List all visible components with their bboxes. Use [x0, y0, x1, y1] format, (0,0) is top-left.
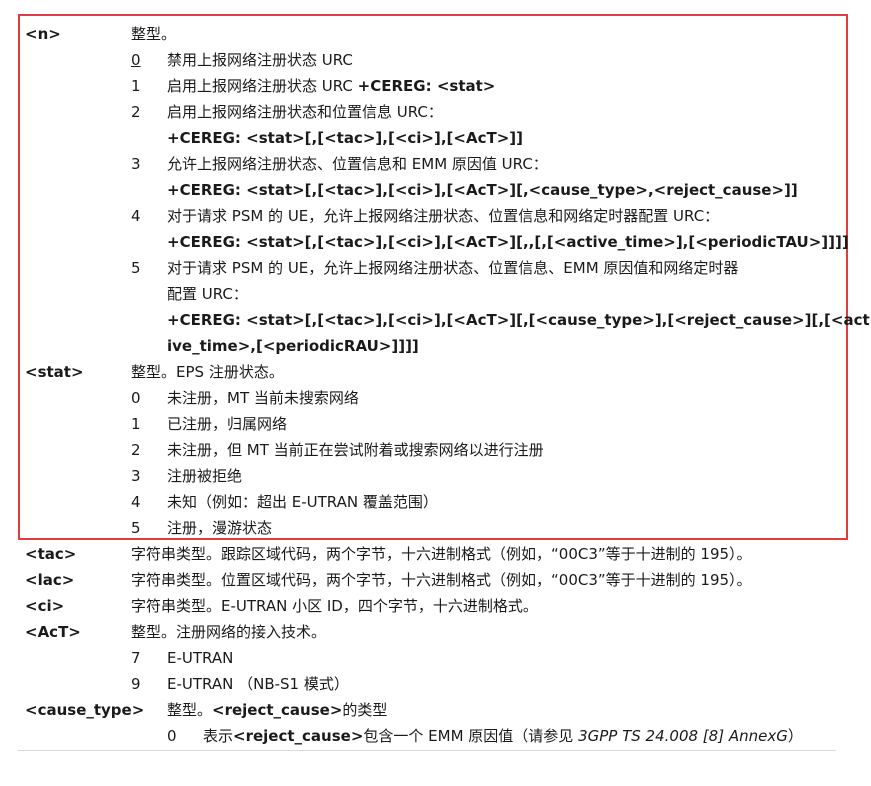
item-text-cont: 配置 URC： [167, 285, 248, 303]
item-number: 0 [167, 727, 177, 745]
item-text: 对于请求 PSM 的 UE，允许上报网络注册状态、位置信息、EMM 原因值和网络… [167, 259, 739, 277]
param-name: <AcT> [25, 623, 81, 641]
item-text: E-UTRAN [167, 649, 234, 667]
item-text: 注册被拒绝 [167, 467, 243, 485]
item-number: 1 [131, 77, 141, 95]
item-text: 表示<reject_cause>包含一个 EMM 原因值（请参见 3GPP TS… [203, 727, 803, 745]
item-syntax: +CEREG: <stat>[,[<tac>],[<ci>],[<AcT>][,… [167, 311, 870, 329]
item-text: 未注册，但 MT 当前正在尝试附着或搜索网络以进行注册 [167, 441, 544, 459]
bottom-divider [18, 750, 836, 751]
item-text: 允许上报网络注册状态、位置信息和 EMM 原因值 URC： [167, 155, 548, 173]
param-name: <lac> [25, 571, 75, 589]
item-syntax: +CEREG: <stat>[,[<tac>],[<ci>],[<AcT>]] [167, 129, 523, 147]
item-number: 4 [131, 207, 141, 225]
item-syntax: +CEREG: <stat>[,[<tac>],[<ci>],[<AcT>][,… [167, 233, 849, 251]
param-desc: 字符串类型。位置区域代码，两个字节，十六进制格式（例如，“00C3”等于十进制的… [131, 571, 752, 589]
item-text: 启用上报网络注册状态和位置信息 URC： [167, 103, 443, 121]
item-text: 已注册，归属网络 [167, 415, 288, 433]
item-text: 未知（例如：超出 E-UTRAN 覆盖范围） [167, 493, 438, 511]
item-syntax-cont: ive_time>,[<periodicRAU>]]]] [167, 337, 419, 355]
item-number: 5 [131, 519, 141, 537]
param-name: <cause_type> [25, 701, 145, 719]
param-desc: 整型。EPS 注册状态。 [131, 363, 284, 381]
item-text: 对于请求 PSM 的 UE，允许上报网络注册状态、位置信息和网络定时器配置 UR… [167, 207, 720, 225]
item-number: 0 [131, 51, 141, 69]
param-desc: 字符串类型。跟踪区域代码，两个字节，十六进制格式（例如，“00C3”等于十进制的… [131, 545, 752, 563]
item-text: E-UTRAN （NB-S1 模式） [167, 675, 349, 693]
item-text: 未注册，MT 当前未搜索网络 [167, 389, 359, 407]
item-text: 禁用上报网络注册状态 URC [167, 51, 353, 69]
param-desc: 字符串类型。E-UTRAN 小区 ID，四个字节，十六进制格式。 [131, 597, 538, 615]
item-number: 4 [131, 493, 141, 511]
item-text: 注册，漫游状态 [167, 519, 273, 537]
item-number: 2 [131, 103, 141, 121]
item-number: 7 [131, 649, 141, 667]
item-text: 启用上报网络注册状态 URC +CEREG: <stat> [167, 77, 496, 95]
item-number: 3 [131, 467, 141, 485]
item-syntax: +CEREG: <stat>[,[<tac>],[<ci>],[<AcT>][,… [167, 181, 798, 199]
item-number: 9 [131, 675, 141, 693]
param-name: <ci> [25, 597, 65, 615]
param-name: <tac> [25, 545, 77, 563]
item-number: 5 [131, 259, 141, 277]
item-number: 2 [131, 441, 141, 459]
param-desc: 整型。 [131, 25, 177, 43]
item-number: 1 [131, 415, 141, 433]
param-desc: 整型。注册网络的接入技术。 [131, 623, 327, 641]
item-number: 3 [131, 155, 141, 173]
param-desc: 整型。<reject_cause>的类型 [167, 701, 388, 719]
item-number: 0 [131, 389, 141, 407]
document-page: <n> 整型。 0 禁用上报网络注册状态 URC 1 启用上报网络注册状态 UR… [0, 0, 871, 786]
param-name: <n> [25, 25, 61, 43]
param-name: <stat> [25, 363, 84, 381]
